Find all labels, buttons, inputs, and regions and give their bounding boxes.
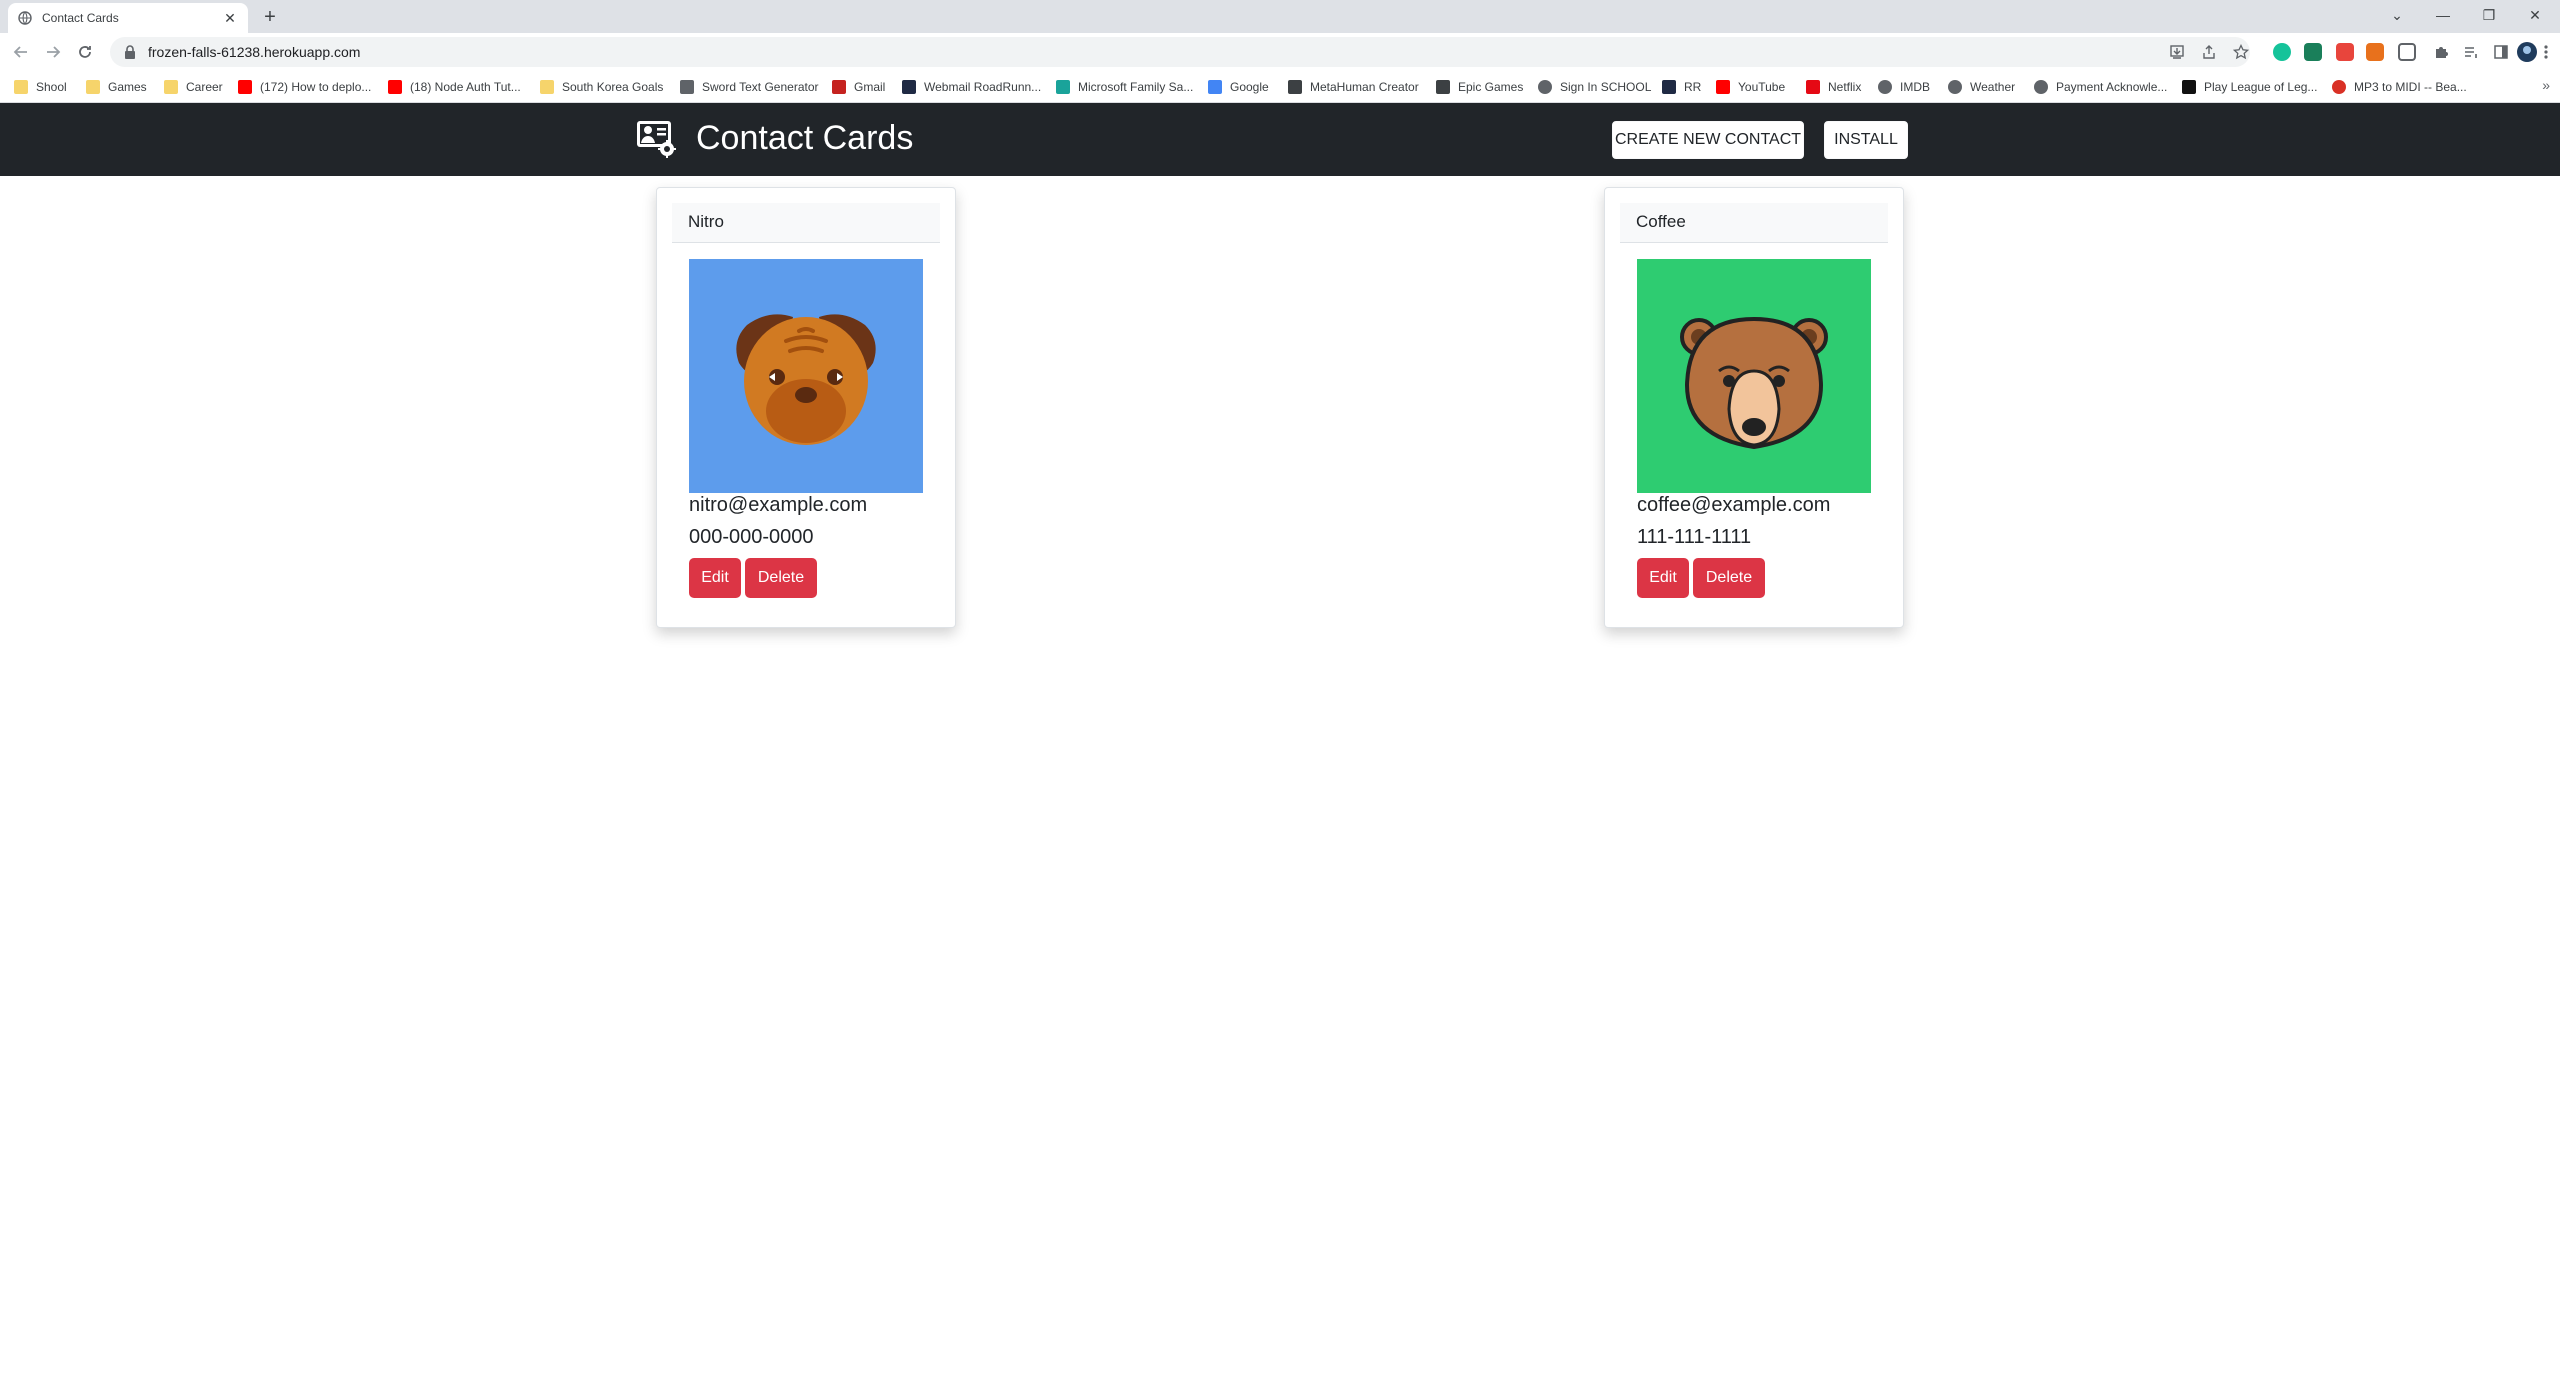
edit-button[interactable]: Edit	[1637, 558, 1689, 598]
install-button[interactable]: INSTALL	[1824, 121, 1908, 159]
lock-icon	[125, 45, 135, 59]
tab-title: Contact Cards	[42, 11, 119, 25]
contact-email: nitro@example.com	[689, 494, 868, 516]
bookmark-item[interactable]: (18) Node Auth Tut...	[388, 77, 521, 97]
bookmark-item[interactable]: Career	[164, 77, 223, 97]
extension-lock-icon[interactable]	[2366, 43, 2384, 61]
globe-icon	[18, 11, 32, 25]
bookmark-item[interactable]: MP3 to MIDI -- Bea...	[2332, 77, 2467, 97]
browser-menu-icon[interactable]	[2538, 41, 2554, 63]
reading-list-icon[interactable]	[2460, 41, 2482, 63]
globe-icon	[2034, 80, 2048, 94]
bear-face-icon	[1637, 259, 1871, 493]
sword-icon	[680, 80, 694, 94]
heart-icon	[1056, 80, 1070, 94]
contact-phone: 000-000-0000	[689, 526, 814, 548]
bookmark-item[interactable]: Games	[86, 77, 147, 97]
arrow-left-icon	[13, 46, 27, 58]
bookmark-item[interactable]: Shool	[14, 77, 67, 97]
extension-badge-icon[interactable]	[2336, 43, 2354, 61]
netflix-icon	[1806, 80, 1820, 94]
youtube-icon	[1716, 80, 1730, 94]
delete-button[interactable]: Delete	[745, 558, 817, 598]
extension-s-icon[interactable]	[2304, 43, 2322, 61]
bookmark-item[interactable]: Gmail	[832, 77, 885, 97]
bookmark-item[interactable]: Weather	[1948, 77, 2015, 97]
extensions-puzzle-icon[interactable]	[2430, 41, 2452, 63]
share-icon[interactable]	[2198, 41, 2220, 63]
bookmark-item[interactable]: MetaHuman Creator	[1288, 77, 1419, 97]
webmail-icon	[902, 80, 916, 94]
extension-cube-icon[interactable]	[2398, 43, 2416, 61]
side-panel-icon[interactable]	[2490, 41, 2512, 63]
install-app-icon[interactable]	[2166, 41, 2188, 63]
contact-name: Nitro	[672, 203, 940, 243]
edit-button[interactable]: Edit	[689, 558, 741, 598]
contact-card-icon	[637, 121, 676, 158]
profile-avatar-icon[interactable]	[2516, 41, 2538, 63]
globe-icon	[1878, 80, 1892, 94]
reload-icon	[79, 46, 91, 58]
bookmark-item[interactable]: Google	[1208, 77, 1269, 97]
pug-face-icon	[689, 259, 923, 493]
url-text: frozen-falls-61238.herokuapp.com	[148, 44, 361, 60]
contact-name: Coffee	[1620, 203, 1888, 243]
metahuman-icon	[1288, 80, 1302, 94]
contact-phone: 111-111-1111	[1637, 526, 1752, 548]
minimize-button[interactable]: —	[2420, 0, 2466, 30]
close-tab-icon[interactable]: ✕	[222, 10, 238, 26]
contact-card: Coffee coffee@example.com 111-111-1111 E…	[1604, 187, 1904, 628]
folder-icon	[540, 80, 554, 94]
bookmark-item[interactable]: Epic Games	[1436, 77, 1523, 97]
back-button[interactable]	[10, 41, 32, 63]
bookmark-item[interactable]: Payment Acknowle...	[2034, 77, 2167, 97]
forward-button[interactable]	[42, 41, 64, 63]
create-new-contact-button[interactable]: CREATE NEW CONTACT	[1612, 121, 1804, 159]
close-window-button[interactable]: ✕	[2512, 0, 2558, 30]
bookmark-item[interactable]: Sign In SCHOOL	[1538, 77, 1651, 97]
app-navbar: Contact Cards CREATE NEW CONTACT INSTALL	[0, 103, 2560, 176]
browser-toolbar: frozen-falls-61238.herokuapp.com	[0, 33, 2560, 71]
youtube-icon	[388, 80, 402, 94]
bookmark-star-icon[interactable]	[2230, 41, 2252, 63]
grammarly-icon[interactable]	[2273, 43, 2291, 61]
google-icon	[1208, 80, 1222, 94]
arrow-right-icon	[47, 46, 61, 58]
bookmark-item[interactable]: Sword Text Generator	[680, 77, 819, 97]
contact-card: Nitro nitro@example.com 000-000-0000 Edi…	[656, 187, 956, 628]
bookmark-item[interactable]: Webmail RoadRunn...	[902, 77, 1041, 97]
chevron-double-right-icon[interactable]: »	[2542, 77, 2550, 93]
epic-games-icon	[1436, 80, 1450, 94]
mp3-icon	[2332, 80, 2346, 94]
contact-email: coffee@example.com	[1637, 494, 1831, 516]
bookmark-item[interactable]: Microsoft Family Sa...	[1056, 77, 1193, 97]
globe-icon	[1538, 80, 1552, 94]
globe-icon	[1948, 80, 1962, 94]
brand: Contact Cards	[636, 118, 913, 158]
tab-search-icon[interactable]: ⌄	[2374, 0, 2420, 30]
browser-tab[interactable]: Contact Cards ✕	[8, 3, 248, 33]
webmail-icon	[1662, 80, 1676, 94]
lol-icon	[2182, 80, 2196, 94]
folder-icon	[86, 80, 100, 94]
bookmark-item[interactable]: (172) How to deplo...	[238, 77, 371, 97]
new-tab-button[interactable]: +	[258, 6, 282, 30]
brand-title: Contact Cards	[696, 118, 914, 157]
gmail-icon	[832, 80, 846, 94]
reload-button[interactable]	[74, 41, 96, 63]
bookmark-item[interactable]: Netflix	[1806, 77, 1861, 97]
bookmarks-bar: Shool Games Career (172) How to deplo...…	[0, 71, 2560, 103]
bookmark-item[interactable]: YouTube	[1716, 77, 1785, 97]
bookmark-item[interactable]: Play League of Leg...	[2182, 77, 2317, 97]
folder-icon	[14, 80, 28, 94]
tab-strip: Contact Cards ✕ + ⌄ — ❐ ✕	[0, 0, 2560, 33]
delete-button[interactable]: Delete	[1693, 558, 1765, 598]
address-bar[interactable]: frozen-falls-61238.herokuapp.com	[110, 37, 2250, 67]
restore-button[interactable]: ❐	[2466, 0, 2512, 30]
youtube-icon	[238, 80, 252, 94]
bookmark-item[interactable]: South Korea Goals	[540, 77, 663, 97]
bookmark-item[interactable]: RR	[1662, 77, 1701, 97]
bookmark-item[interactable]: IMDB	[1878, 77, 1930, 97]
folder-icon	[164, 80, 178, 94]
